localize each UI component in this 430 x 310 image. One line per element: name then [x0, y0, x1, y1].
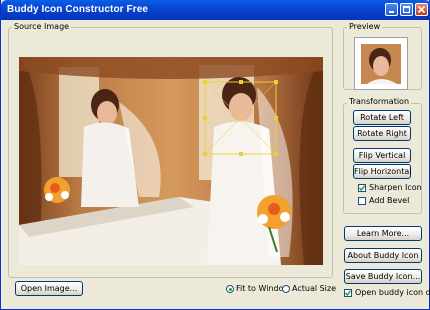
window-title: Buddy Icon Constructor Free	[7, 4, 149, 15]
source-image-legend: Source Image	[12, 22, 72, 31]
open-dialog-checkbox[interactable]	[344, 289, 352, 297]
rotate-left-button[interactable]: Rotate Left	[353, 110, 411, 125]
close-icon	[417, 5, 426, 14]
title-bar[interactable]: Buddy Icon Constructor Free	[1, 0, 430, 20]
sharpen-icon-checkbox[interactable]	[358, 184, 366, 192]
transformation-legend: Transformation	[347, 97, 412, 106]
app-window: Buddy Icon Constructor Free Source Image	[0, 0, 430, 310]
maximize-icon	[402, 5, 411, 14]
add-bevel-checkbox[interactable]	[358, 197, 366, 205]
open-image-button[interactable]: Open Image...	[15, 281, 83, 296]
checkmark-icon	[358, 185, 366, 192]
about-buddy-icon-button[interactable]: About Buddy Icon	[344, 248, 422, 263]
maximize-button[interactable]	[400, 3, 413, 16]
save-buddy-icon-button[interactable]: Save Buddy Icon...	[344, 269, 422, 284]
source-image-canvas[interactable]	[19, 57, 323, 265]
add-bevel-label: Add Bevel	[369, 196, 410, 205]
preview-thumbnail	[361, 44, 401, 84]
source-photo	[19, 57, 323, 265]
rotate-right-button[interactable]: Rotate Right	[353, 126, 411, 141]
actual-size-radio[interactable]	[282, 285, 290, 293]
flip-horizontal-button[interactable]: Flip Horizontal	[353, 164, 412, 179]
flip-vertical-button[interactable]: Flip Vertical	[353, 148, 411, 163]
close-button[interactable]	[415, 3, 428, 16]
learn-more-button[interactable]: Learn More...	[344, 226, 422, 241]
preview-frame	[354, 37, 408, 90]
fit-to-window-radio[interactable]	[226, 285, 234, 293]
open-dialog-label: Open buddy icon dialog	[355, 288, 430, 297]
actual-size-label: Actual Size	[292, 284, 337, 293]
minimize-button[interactable]	[385, 3, 398, 16]
preview-legend: Preview	[347, 22, 383, 31]
minimize-icon	[389, 11, 394, 13]
checkmark-icon	[344, 290, 352, 297]
sharpen-icon-label: Sharpen Icon	[369, 183, 422, 192]
